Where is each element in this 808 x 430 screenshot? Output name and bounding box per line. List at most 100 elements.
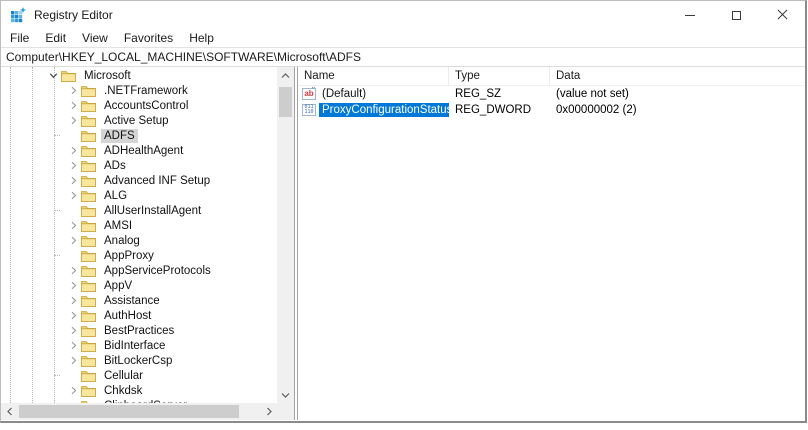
tree-item-label[interactable]: Active Setup — [101, 114, 172, 128]
tree-item-label[interactable]: ADHealthAgent — [101, 144, 186, 158]
chevron-right-icon[interactable] — [65, 383, 81, 398]
tree-item-alluserinstallagent[interactable]: AllUserInstallAgent — [1, 203, 277, 218]
tree-item-accountscontrol[interactable]: AccountsControl — [1, 98, 277, 113]
chevron-right-icon[interactable] — [65, 143, 81, 158]
chevron-right-icon[interactable] — [65, 218, 81, 233]
tree-item-label[interactable]: AppV — [101, 279, 135, 293]
tree-rows: Microsoft.NETFrameworkAccountsControlAct… — [1, 68, 277, 404]
column-header-name[interactable]: Name — [298, 67, 449, 85]
tree-item-label[interactable]: AppProxy — [101, 249, 157, 263]
tree-item-ads[interactable]: ADs — [1, 158, 277, 173]
tree-item-label[interactable]: BidInterface — [101, 339, 168, 353]
tree-item-bestpractices[interactable]: BestPractices — [1, 323, 277, 338]
value-row[interactable]: 011110ProxyConfigurationStatusREG_DWORD0… — [298, 102, 805, 118]
chevron-right-icon[interactable] — [65, 98, 81, 113]
addressbar — [1, 47, 805, 67]
chevron-right-icon[interactable] — [65, 188, 81, 203]
tree-horizontal-scrollbar[interactable] — [1, 403, 277, 420]
scroll-up-icon[interactable] — [277, 67, 294, 84]
tree-item-assistance[interactable]: Assistance — [1, 293, 277, 308]
close-button[interactable] — [759, 1, 805, 29]
chevron-right-icon[interactable] — [65, 338, 81, 353]
tree-item-adfs[interactable]: ADFS — [1, 128, 277, 143]
menu-edit[interactable]: Edit — [37, 29, 74, 47]
chevron-right-icon[interactable] — [65, 83, 81, 98]
value-type-cell: REG_DWORD — [449, 104, 550, 116]
horizontal-scroll-thumb[interactable] — [19, 405, 239, 418]
value-name-label[interactable]: (Default) — [319, 87, 369, 101]
scrollbar-corner — [277, 403, 294, 420]
tree-item-adhealthagent[interactable]: ADHealthAgent — [1, 143, 277, 158]
value-name-label[interactable]: ProxyConfigurationStatus — [319, 103, 449, 117]
tree-item-label[interactable]: Cellular — [101, 369, 146, 383]
tree-item-chkdsk[interactable]: Chkdsk — [1, 383, 277, 398]
menu-favorites[interactable]: Favorites — [116, 29, 181, 47]
tree-item-label[interactable]: .NETFramework — [101, 84, 191, 98]
string-value-icon: ab” — [302, 88, 316, 100]
tree-item-label[interactable]: ADs — [101, 159, 129, 173]
scroll-down-icon[interactable] — [277, 386, 294, 403]
tree-item-label[interactable]: AMSI — [101, 219, 135, 233]
list-rows: ab”(Default)REG_SZ(value not set)011110P… — [298, 86, 805, 118]
chevron-right-icon[interactable] — [65, 293, 81, 308]
chevron-right-icon[interactable] — [65, 173, 81, 188]
chevron-right-icon[interactable] — [65, 308, 81, 323]
menu-help[interactable]: Help — [181, 29, 222, 47]
tree-item-alg[interactable]: ALG — [1, 188, 277, 203]
titlebar: Registry Editor — [1, 1, 805, 29]
chevron-right-icon[interactable] — [65, 263, 81, 278]
tree-vertical-scrollbar[interactable] — [277, 67, 294, 403]
folder-icon — [81, 130, 96, 142]
tree-item-appv[interactable]: AppV — [1, 278, 277, 293]
chevron-down-icon[interactable] — [45, 68, 61, 83]
window-title: Registry Editor — [34, 8, 113, 22]
tree-item--netframework[interactable]: .NETFramework — [1, 83, 277, 98]
tree-item-cellular[interactable]: Cellular — [1, 368, 277, 383]
chevron-placeholder — [65, 203, 81, 218]
minimize-button[interactable] — [667, 1, 713, 29]
tree-item-label[interactable]: ADFS — [101, 129, 138, 143]
folder-icon — [81, 310, 96, 322]
column-header-type[interactable]: Type — [449, 67, 550, 85]
tree-item-label[interactable]: BestPractices — [101, 324, 177, 338]
tree-item-appproxy[interactable]: AppProxy — [1, 248, 277, 263]
tree-item-label[interactable]: AllUserInstallAgent — [101, 204, 204, 218]
scroll-left-icon[interactable] — [1, 403, 18, 420]
tree-item-amsi[interactable]: AMSI — [1, 218, 277, 233]
chevron-right-icon[interactable] — [65, 113, 81, 128]
chevron-right-icon[interactable] — [65, 323, 81, 338]
vertical-scroll-thumb[interactable] — [279, 87, 292, 117]
value-row[interactable]: ab”(Default)REG_SZ(value not set) — [298, 86, 805, 102]
column-header-data[interactable]: Data — [550, 67, 805, 85]
tree-item-label[interactable]: Advanced INF Setup — [101, 174, 213, 188]
tree-item-label[interactable]: Analog — [101, 234, 143, 248]
tree-item-advanced-inf-setup[interactable]: Advanced INF Setup — [1, 173, 277, 188]
menu-file[interactable]: File — [2, 29, 37, 47]
tree-item-label[interactable]: ALG — [101, 189, 130, 203]
tree-item-label[interactable]: Microsoft — [81, 69, 134, 83]
chevron-right-icon[interactable] — [65, 233, 81, 248]
chevron-placeholder — [65, 248, 81, 263]
tree-item-analog[interactable]: Analog — [1, 233, 277, 248]
tree-item-appserviceprotocols[interactable]: AppServiceProtocols — [1, 263, 277, 278]
tree-item-label[interactable]: AccountsControl — [101, 99, 191, 113]
tree-item-label[interactable]: BitLockerCsp — [101, 354, 175, 368]
tree-item-label[interactable]: AppServiceProtocols — [101, 264, 214, 278]
chevron-right-icon[interactable] — [65, 353, 81, 368]
chevron-right-icon[interactable] — [65, 158, 81, 173]
tree-item-label[interactable]: Chkdsk — [101, 384, 145, 398]
address-input[interactable] — [1, 48, 805, 66]
maximize-button[interactable] — [713, 1, 759, 29]
scroll-right-icon[interactable] — [260, 403, 277, 420]
tree-item-label[interactable]: Assistance — [101, 294, 163, 308]
tree-item-label[interactable]: AuthHost — [101, 309, 154, 323]
folder-icon — [81, 370, 96, 382]
tree-item-active-setup[interactable]: Active Setup — [1, 113, 277, 128]
tree-item-microsoft[interactable]: Microsoft — [1, 68, 277, 83]
tree-item-bidinterface[interactable]: BidInterface — [1, 338, 277, 353]
chevron-right-icon[interactable] — [65, 278, 81, 293]
window-controls — [667, 1, 805, 29]
tree-item-authhost[interactable]: AuthHost — [1, 308, 277, 323]
menu-view[interactable]: View — [74, 29, 116, 47]
tree-item-bitlockercsp[interactable]: BitLockerCsp — [1, 353, 277, 368]
